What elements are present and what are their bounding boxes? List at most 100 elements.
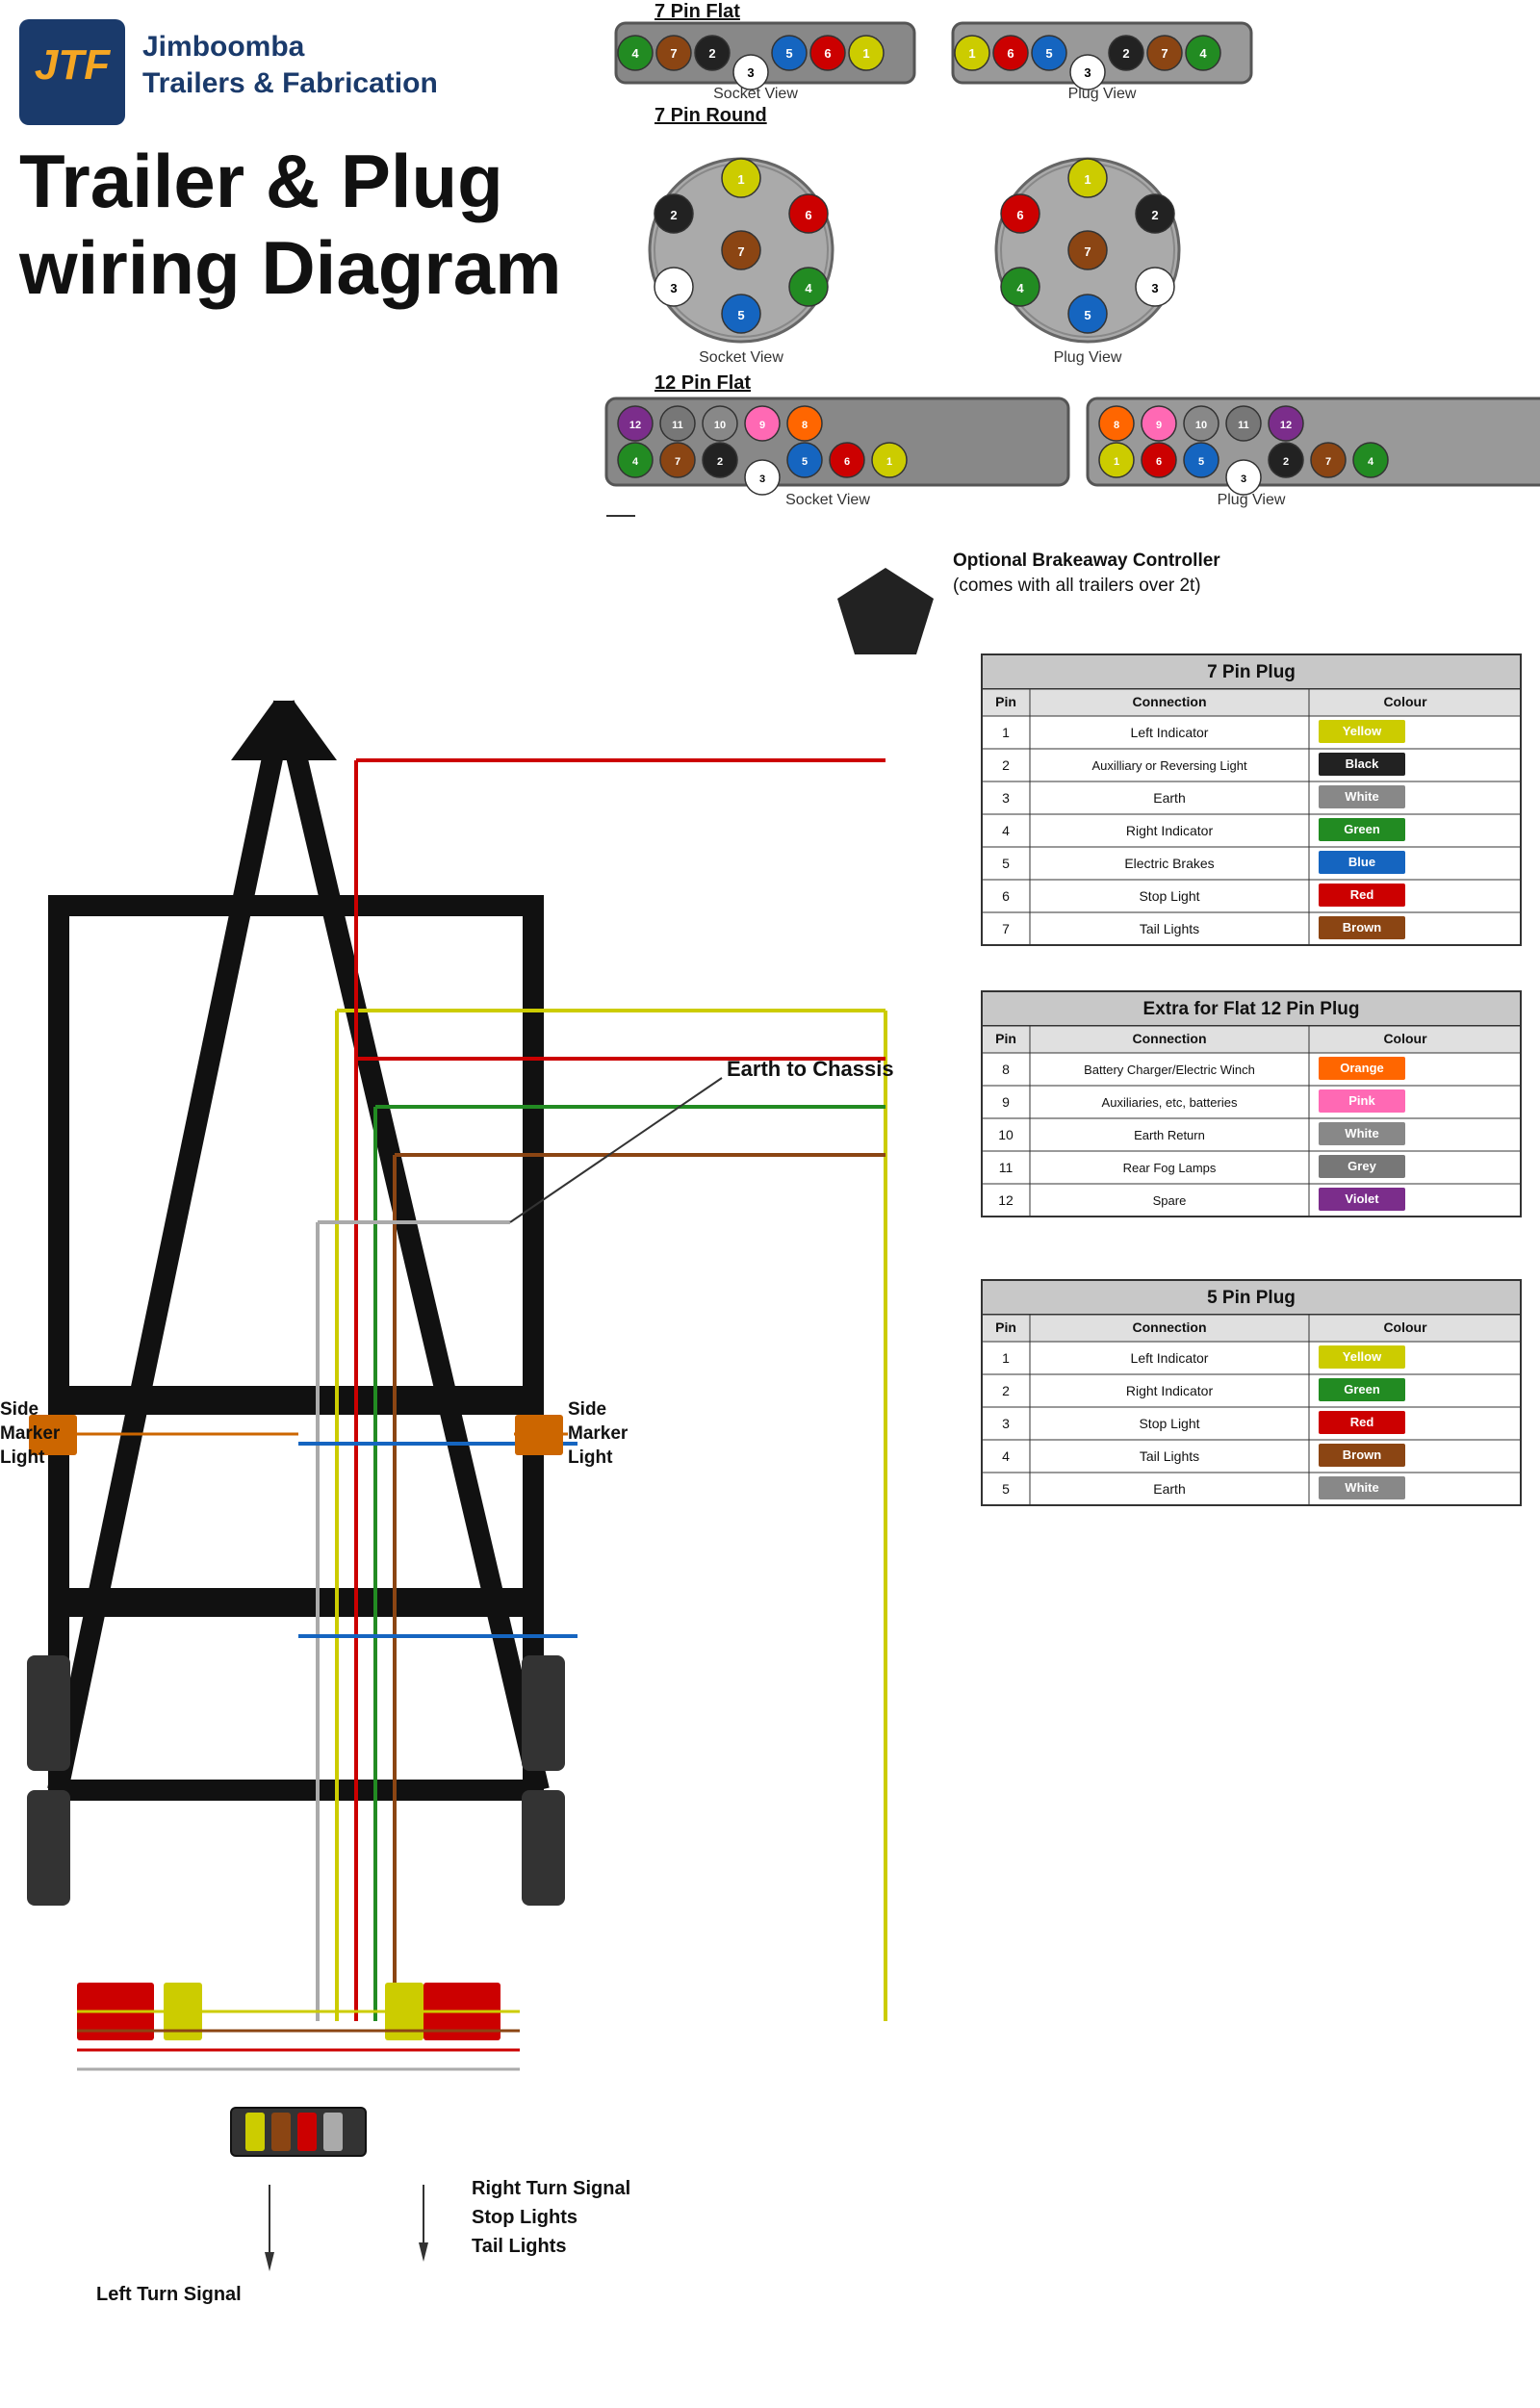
pin12-11-color: Grey <box>1348 1159 1376 1173</box>
round7-socket-label: Socket View <box>699 349 783 366</box>
pin5-1-conn: Left Indicator <box>1131 1350 1209 1366</box>
svg-text:8: 8 <box>802 420 808 431</box>
trailer-hitch <box>231 701 337 760</box>
brakeaway-pentagon <box>837 568 934 654</box>
pin7-1-conn: Left Indicator <box>1131 725 1209 740</box>
svg-text:4: 4 <box>1016 281 1024 295</box>
company-name-line2: Trailers & Fabrication <box>142 67 438 99</box>
pin5-4-conn: Tail Lights <box>1140 1448 1199 1464</box>
side-marker-right-label3: Light <box>568 1447 613 1468</box>
svg-text:4: 4 <box>632 456 639 468</box>
svg-text:2: 2 <box>1283 456 1289 468</box>
row5-1 <box>982 1342 1521 1374</box>
pin12-11-num: 11 <box>999 1160 1014 1175</box>
pin7-1-color: Yellow <box>1343 724 1382 738</box>
row5-5 <box>982 1473 1521 1505</box>
svg-text:1: 1 <box>886 456 892 468</box>
row12-12 <box>982 1184 1521 1217</box>
pin5-2-color: Green <box>1344 1382 1380 1396</box>
pin5-5-num: 5 <box>1002 1481 1010 1497</box>
pin7-5-color: Blue <box>1348 855 1375 869</box>
earth-to-chassis: Earth to Chassis <box>727 1057 894 1081</box>
svg-text:8: 8 <box>1114 420 1119 431</box>
svg-text:11: 11 <box>1238 420 1249 431</box>
svg-text:7: 7 <box>1325 456 1331 468</box>
pin7-2-color: Black <box>1346 756 1379 771</box>
svg-text:10: 10 <box>1195 420 1207 431</box>
pin5-1-color: Yellow <box>1343 1349 1382 1364</box>
round7-plug-label: Plug View <box>1054 349 1122 366</box>
svg-text:12: 12 <box>1280 420 1292 431</box>
pin7-6-conn: Stop Light <box>1139 888 1199 904</box>
svg-text:5: 5 <box>737 308 744 322</box>
pin12-12-color: Violet <box>1345 1191 1379 1206</box>
pin7-1-num: 1 <box>1002 725 1010 740</box>
th-colour7: Colour <box>1383 694 1427 709</box>
svg-text:2: 2 <box>1151 208 1158 222</box>
right-indicator-arrow <box>419 2242 428 2262</box>
side-marker-right-label2: Marker <box>568 1423 629 1444</box>
th-colour12: Colour <box>1383 1031 1427 1046</box>
svg-text:3: 3 <box>747 65 754 80</box>
svg-text:6: 6 <box>1156 456 1162 468</box>
pin12-12-conn: Spare <box>1153 1193 1187 1208</box>
svg-text:4: 4 <box>1368 456 1374 468</box>
table12-title: Extra for Flat 12 Pin Plug <box>1143 999 1360 1019</box>
svg-text:6: 6 <box>824 46 831 61</box>
svg-text:2: 2 <box>1122 46 1129 61</box>
pin12-10-num: 10 <box>998 1127 1014 1142</box>
title-line1: Trailer & Plug <box>19 139 503 223</box>
th-connection12: Connection <box>1133 1031 1207 1046</box>
pin12-9-color: Pink <box>1348 1093 1375 1108</box>
svg-text:1: 1 <box>1114 456 1119 468</box>
trailer-left-rail <box>58 703 284 1790</box>
main-diagram: JTF Jimboomba Trailers & Fabrication Tra… <box>0 0 1540 2408</box>
flat12-socket-label: Socket View <box>785 492 870 508</box>
svg-text:7: 7 <box>1084 244 1091 259</box>
row7-7 <box>982 912 1521 945</box>
pin7-4-conn: Right Indicator <box>1126 823 1214 838</box>
pin12-9-num: 9 <box>1002 1094 1010 1110</box>
pin7-4-num: 4 <box>1002 823 1010 838</box>
side-marker-right-light <box>515 1415 563 1455</box>
tail-lights-label: Tail Lights <box>472 2236 567 2257</box>
pin7-3-color: White <box>1345 789 1378 804</box>
svg-text:10: 10 <box>714 420 726 431</box>
row5-3 <box>982 1407 1521 1440</box>
side-marker-left-label: Side <box>0 1399 38 1420</box>
svg-text:1: 1 <box>968 46 975 61</box>
pin5-3-color: Red <box>1350 1415 1374 1429</box>
pin12-10-conn: Earth Return <box>1134 1128 1205 1142</box>
trailer-mid-crossbar <box>53 1386 539 1415</box>
trailer-lower-crossbar <box>53 1588 539 1617</box>
svg-text:3: 3 <box>670 281 677 295</box>
svg-text:12: 12 <box>629 420 641 431</box>
th-pin7: Pin <box>995 694 1016 709</box>
row5-4 <box>982 1440 1521 1473</box>
pin5-4-num: 4 <box>1002 1448 1010 1464</box>
flat7-title: 7 Pin Flat <box>654 1 740 22</box>
pin7-3-conn: Earth <box>1153 790 1185 806</box>
pin12-9-conn: Auxiliaries, etc, batteries <box>1102 1095 1238 1110</box>
th-connection5: Connection <box>1133 1319 1207 1335</box>
plug-pin-r <box>297 2113 317 2151</box>
pin12-8-color: Orange <box>1340 1061 1384 1075</box>
plug-pin-y <box>245 2113 265 2151</box>
pin7-5-conn: Electric Brakes <box>1124 856 1214 871</box>
pin7-6-num: 6 <box>1002 888 1010 904</box>
plug-pin-w <box>323 2113 343 2151</box>
pin5-5-conn: Earth <box>1153 1481 1185 1497</box>
svg-text:11: 11 <box>672 420 683 431</box>
row7-1 <box>982 716 1521 749</box>
row7-4 <box>982 814 1521 847</box>
side-marker-right-label: Side <box>568 1399 606 1420</box>
row7-3 <box>982 781 1521 814</box>
svg-text:1: 1 <box>1084 172 1091 187</box>
brakeaway-label-line1: Optional Brakeaway Controller <box>953 551 1220 571</box>
svg-text:4: 4 <box>805 281 812 295</box>
row7-6 <box>982 880 1521 912</box>
svg-text:6: 6 <box>805 208 811 222</box>
flat7-plug-label: Plug View <box>1068 86 1137 102</box>
svg-text:9: 9 <box>759 420 765 431</box>
svg-text:5: 5 <box>785 46 792 61</box>
